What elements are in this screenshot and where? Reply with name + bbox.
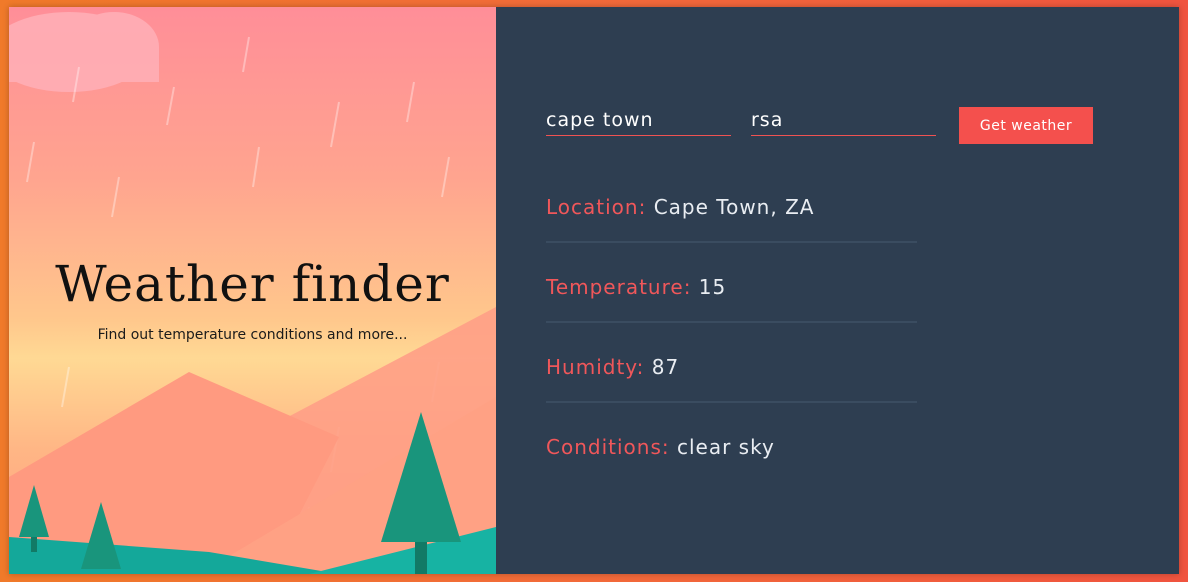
page-title: Weather finder — [55, 255, 450, 313]
hero-panel: Weather finder Find out temperature cond… — [9, 7, 496, 574]
humidity-value: 87 — [651, 355, 680, 379]
divider — [546, 401, 917, 403]
page-subtitle: Find out temperature conditions and more… — [97, 327, 408, 343]
result-humidity: Humidty: 87 — [546, 355, 916, 379]
hero-text: Weather finder Find out temperature cond… — [9, 255, 496, 343]
conditions-value: clear sky — [676, 435, 775, 459]
location-value: Cape Town, ZA — [653, 195, 815, 219]
get-weather-button[interactable]: Get weather — [959, 107, 1093, 144]
divider — [546, 241, 917, 243]
humidity-label: Humidty: — [546, 355, 645, 379]
city-input[interactable] — [546, 104, 731, 136]
location-label: Location: — [546, 195, 647, 219]
result-conditions: Conditions: clear sky — [546, 435, 916, 459]
result-location: Location: Cape Town, ZA — [546, 195, 916, 219]
temperature-label: Temperature: — [546, 275, 692, 299]
result-temperature: Temperature: 15 — [546, 275, 916, 299]
cloud-icon — [9, 12, 159, 92]
country-input[interactable] — [751, 104, 936, 136]
conditions-label: Conditions: — [546, 435, 670, 459]
divider — [546, 321, 917, 323]
temperature-value: 15 — [698, 275, 727, 299]
